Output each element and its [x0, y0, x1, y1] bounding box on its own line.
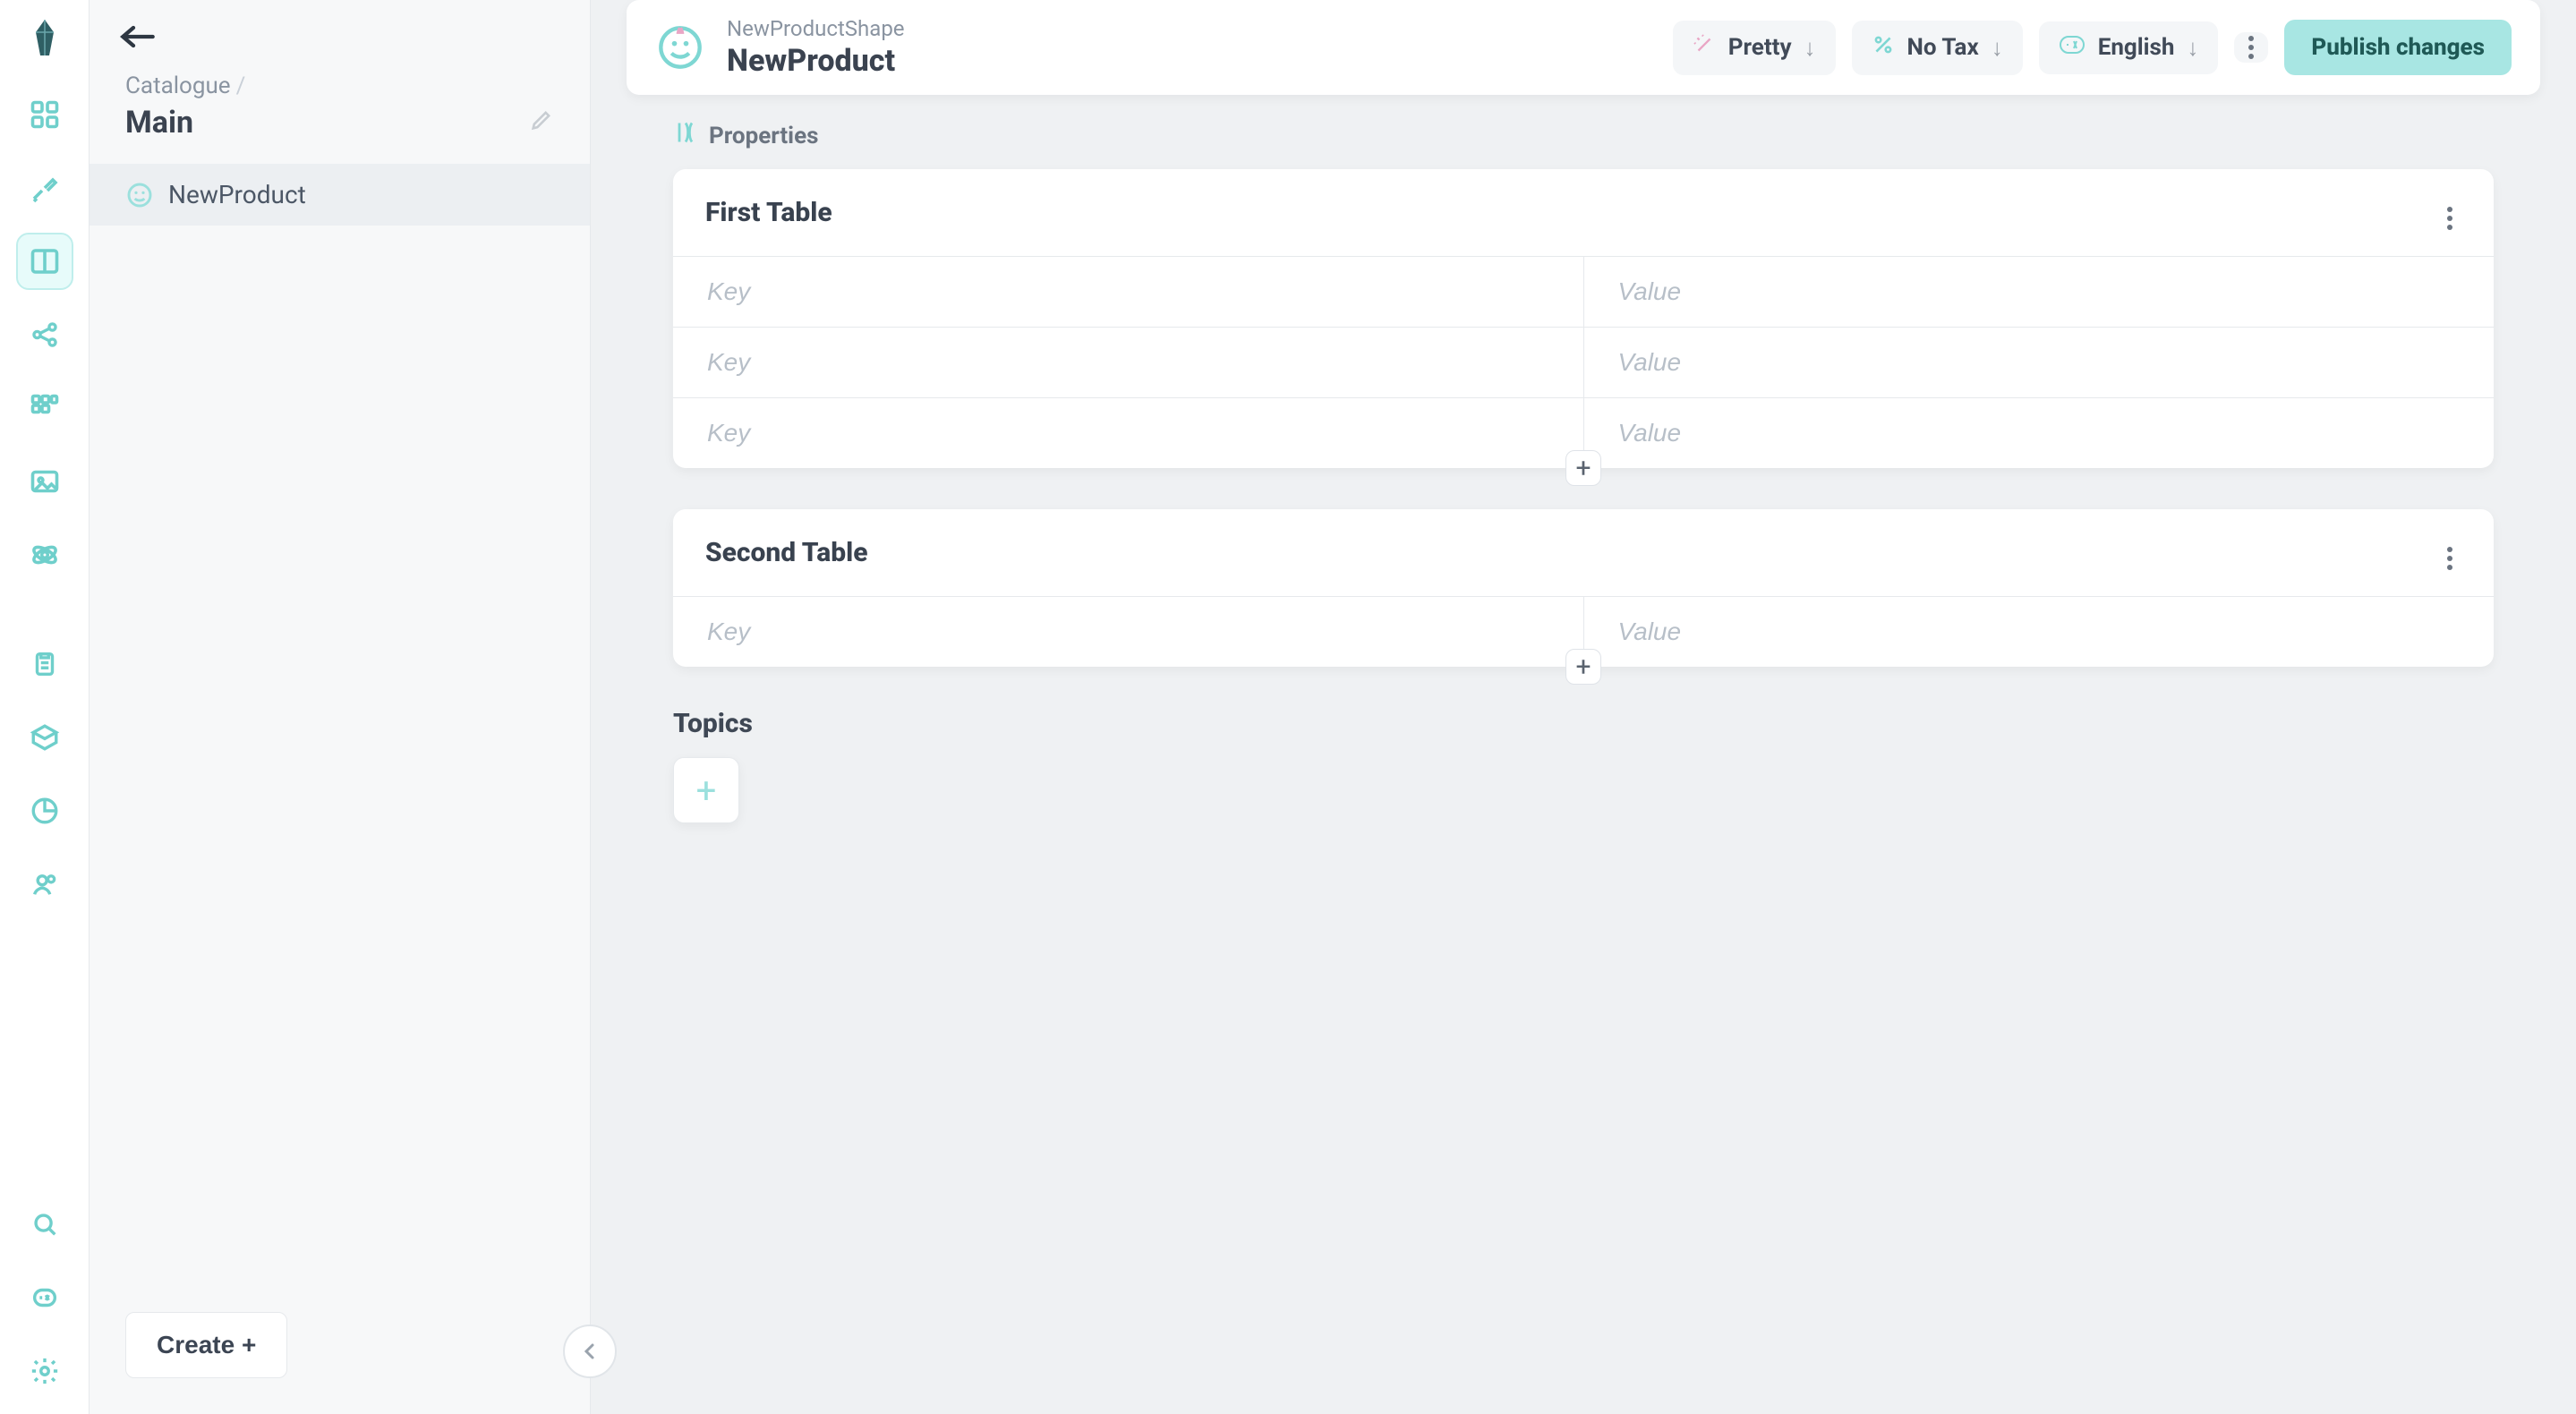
nav-grid[interactable]	[18, 381, 72, 435]
nav-analytics[interactable]	[18, 784, 72, 838]
table-name: Second Table	[705, 537, 868, 568]
table-row	[673, 256, 2494, 327]
language-icon	[2059, 34, 2086, 61]
properties-section-label: Properties	[709, 123, 818, 149]
app-logo	[23, 16, 66, 59]
sidebar-title: Main	[125, 105, 193, 141]
properties-table: Second Table+	[673, 509, 2494, 667]
sidebar-item-label: NewProduct	[168, 180, 306, 209]
percent-icon	[1872, 33, 1895, 63]
table-more-button[interactable]	[2438, 532, 2461, 573]
tax-dropdown[interactable]: No Tax ↓	[1852, 21, 2023, 75]
key-input[interactable]	[705, 277, 1551, 307]
add-row-button[interactable]: +	[1565, 649, 1601, 685]
chevron-down-icon: ↓	[1992, 34, 2003, 62]
collapse-sidebar-button[interactable]	[563, 1325, 617, 1378]
nav-users[interactable]	[18, 857, 72, 911]
main-content: NewProductShape NewProduct Pretty ↓ No T…	[591, 0, 2576, 1414]
nav-share[interactable]	[18, 308, 72, 362]
properties-section: Properties First Table+Second Table+	[673, 120, 2494, 667]
nav-image[interactable]	[18, 455, 72, 508]
nav-atom[interactable]	[18, 528, 72, 582]
table-name: First Table	[705, 197, 832, 228]
product-name: NewProduct	[727, 43, 905, 79]
nav-pipette[interactable]	[18, 161, 72, 215]
table-more-button[interactable]	[2438, 192, 2461, 233]
nav-package[interactable]	[18, 711, 72, 764]
key-input[interactable]	[705, 418, 1551, 448]
nav-settings[interactable]	[18, 1344, 72, 1398]
product-shape-label: NewProductShape	[727, 16, 905, 41]
publish-button[interactable]: Publish changes	[2284, 20, 2512, 75]
rail-primary-group	[18, 88, 72, 582]
add-topic-button[interactable]: +	[673, 757, 739, 823]
chevron-down-icon: ↓	[2187, 34, 2198, 62]
rail-footer-group	[18, 1197, 72, 1398]
header-more-button[interactable]	[2234, 32, 2268, 63]
nav-dashboard[interactable]	[18, 88, 72, 141]
language-label: English	[2098, 34, 2175, 61]
topics-section-title: Topics	[673, 708, 2540, 739]
key-input[interactable]	[705, 347, 1551, 378]
value-input[interactable]	[1616, 617, 2462, 647]
key-input[interactable]	[705, 617, 1551, 647]
wand-icon	[1693, 33, 1716, 63]
more-vertical-icon	[2248, 45, 2254, 50]
table-row	[673, 327, 2494, 397]
nav-clipboard[interactable]	[18, 637, 72, 691]
more-vertical-icon	[2447, 216, 2452, 221]
chevron-down-icon: ↓	[1804, 34, 1816, 62]
properties-table: First Table+	[673, 169, 2494, 468]
value-input[interactable]	[1616, 277, 2462, 307]
sidebar-item-newproduct[interactable]: NewProduct	[90, 164, 590, 226]
nav-search[interactable]	[18, 1197, 72, 1251]
more-vertical-icon	[2447, 556, 2452, 561]
nav-translate[interactable]	[18, 1271, 72, 1325]
product-icon	[655, 22, 705, 72]
edit-title-button[interactable]	[529, 107, 554, 139]
product-header: NewProductShape NewProduct Pretty ↓ No T…	[627, 0, 2540, 95]
rail-secondary-group	[18, 637, 72, 911]
tax-label: No Tax	[1907, 34, 1979, 61]
value-input[interactable]	[1616, 418, 2462, 448]
view-mode-dropdown[interactable]: Pretty ↓	[1673, 21, 1836, 75]
icon-rail	[0, 0, 90, 1414]
value-input[interactable]	[1616, 347, 2462, 378]
sidebar-tree: NewProduct	[90, 149, 590, 226]
properties-icon	[673, 120, 698, 151]
back-button[interactable]	[120, 23, 554, 56]
breadcrumb-root[interactable]: Catalogue	[125, 72, 231, 99]
sidebar: Catalogue/ Main NewProduct Create +	[90, 0, 591, 1414]
view-mode-label: Pretty	[1728, 34, 1792, 61]
language-dropdown[interactable]: English ↓	[2039, 21, 2219, 74]
nav-catalogue[interactable]	[18, 234, 72, 288]
add-row-button[interactable]: +	[1565, 450, 1601, 486]
create-button[interactable]: Create +	[125, 1312, 287, 1378]
breadcrumb: Catalogue/	[125, 72, 554, 99]
